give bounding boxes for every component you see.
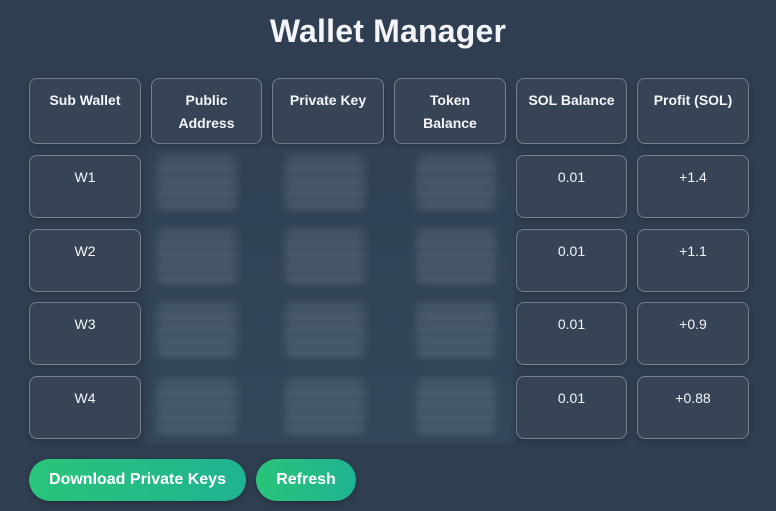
header-public-address-line1: Public [185,92,228,108]
wallet-name: W1 [74,169,96,185]
redacted-token-balance [416,230,496,282]
header-profit: Profit (SOL) [637,78,749,144]
sol-balance-value: 0.01 [557,390,586,406]
redacted-public-address [157,230,237,282]
redacted-private-key [285,380,365,432]
redacted-private-key [285,304,365,356]
redacted-private-key [285,230,365,282]
sol-balance-value: 0.01 [557,316,586,332]
wallet-name: W2 [74,243,96,259]
profit-cell: +0.9 [637,302,749,365]
profit-cell: +1.1 [637,229,749,292]
profit-value: +1.1 [679,243,707,259]
refresh-button[interactable]: Refresh [256,459,356,501]
redacted-token-balance [416,156,496,208]
sol-balance-cell: 0.01 [516,302,627,365]
header-token-balance: Token Balance [394,78,506,144]
redacted-token-balance [416,304,496,356]
sol-balance-cell: 0.01 [516,229,627,292]
sol-balance-value: 0.01 [557,243,586,259]
header-private-key-label: Private Key [289,92,367,108]
redacted-public-address [157,304,237,356]
profit-value: +0.9 [679,316,707,332]
header-token-balance-line2: Balance [423,115,477,131]
wallet-name: W3 [74,316,96,332]
header-private-key: Private Key [272,78,384,144]
table-row-wallet-cell: W4 [29,376,141,439]
redacted-public-address [157,380,237,432]
sol-balance-value: 0.01 [557,169,586,185]
header-public-address-line2: Address [178,115,235,131]
redacted-private-key [285,156,365,208]
sol-balance-cell: 0.01 [516,155,627,218]
download-private-keys-button[interactable]: Download Private Keys [29,459,246,501]
header-sol-balance-label: SOL Balance [528,92,615,108]
profit-cell: +1.4 [637,155,749,218]
header-sol-balance: SOL Balance [516,78,627,144]
redacted-public-address [157,156,237,208]
table-row-wallet-cell: W3 [29,302,141,365]
header-sub-wallet: Sub Wallet [29,78,141,144]
table-row-wallet-cell: W2 [29,229,141,292]
redacted-token-balance [416,380,496,432]
sol-balance-cell: 0.01 [516,376,627,439]
header-sub-wallet-label: Sub Wallet [49,92,121,108]
profit-cell: +0.88 [637,376,749,439]
profit-value: +1.4 [679,169,707,185]
header-token-balance-line1: Token [429,92,471,108]
table-row-wallet-cell: W1 [29,155,141,218]
wallet-name: W4 [74,390,96,406]
profit-value: +0.88 [675,390,711,406]
header-public-address: Public Address [151,78,262,144]
page-title: Wallet Manager [269,13,507,49]
header-profit-label: Profit (SOL) [653,92,733,108]
